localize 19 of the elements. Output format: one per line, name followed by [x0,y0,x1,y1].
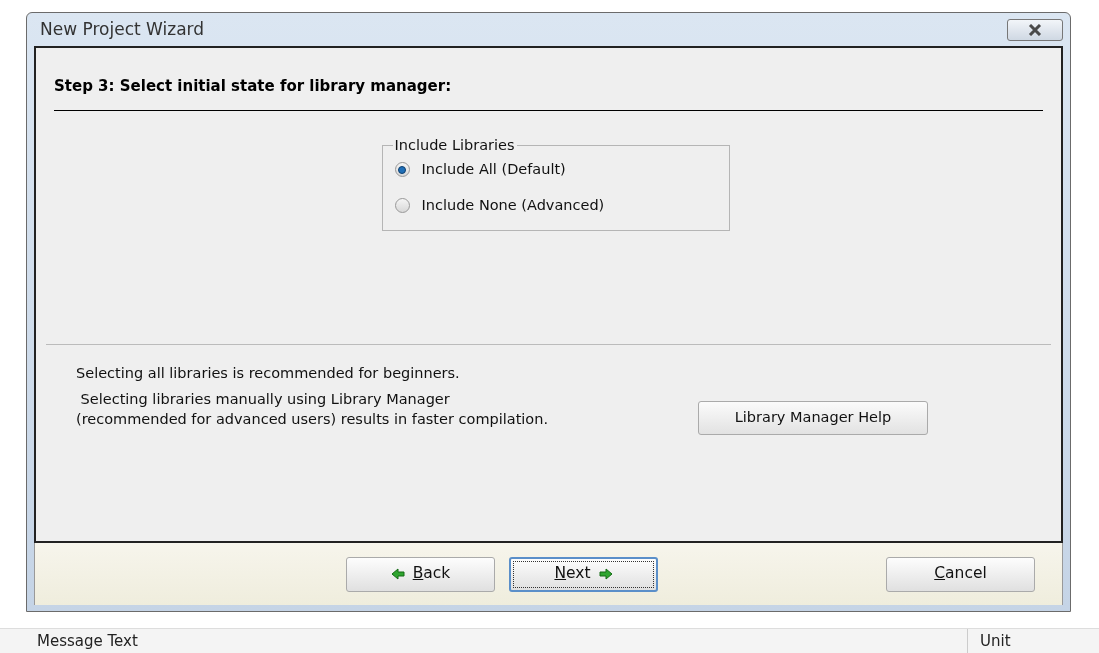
left-arrow-icon [390,568,405,580]
info-text: Selecting all libraries is recommended for beginners. [76,364,461,383]
next-button[interactable]: Next [509,556,658,592]
close-icon [1027,23,1043,36]
help-button[interactable]: Library Manager Help [698,400,928,435]
radio-option[interactable]: Include All (Default) [394,158,717,181]
step-heading: Step 3: Select initial state for library manager: [54,77,452,95]
right-arrow-icon [598,568,613,580]
group-title: Include Libraries [393,136,516,155]
column-header: Unit [967,629,1011,653]
cancel-button[interactable]: Cancel [886,556,1035,592]
radio-button[interactable] [394,162,410,178]
window-title: New Project Wizard [40,17,205,41]
radio-button[interactable] [394,197,410,213]
column-header: Message Text [37,630,139,652]
close-button[interactable] [1007,18,1063,41]
info-text: Selecting libraries manually using Library Manager (recommended for advanced users) results in faster compilation. [76,389,550,429]
back-button[interactable]: Back [346,556,495,592]
radio-option[interactable]: Include None (Advanced) [394,194,717,217]
